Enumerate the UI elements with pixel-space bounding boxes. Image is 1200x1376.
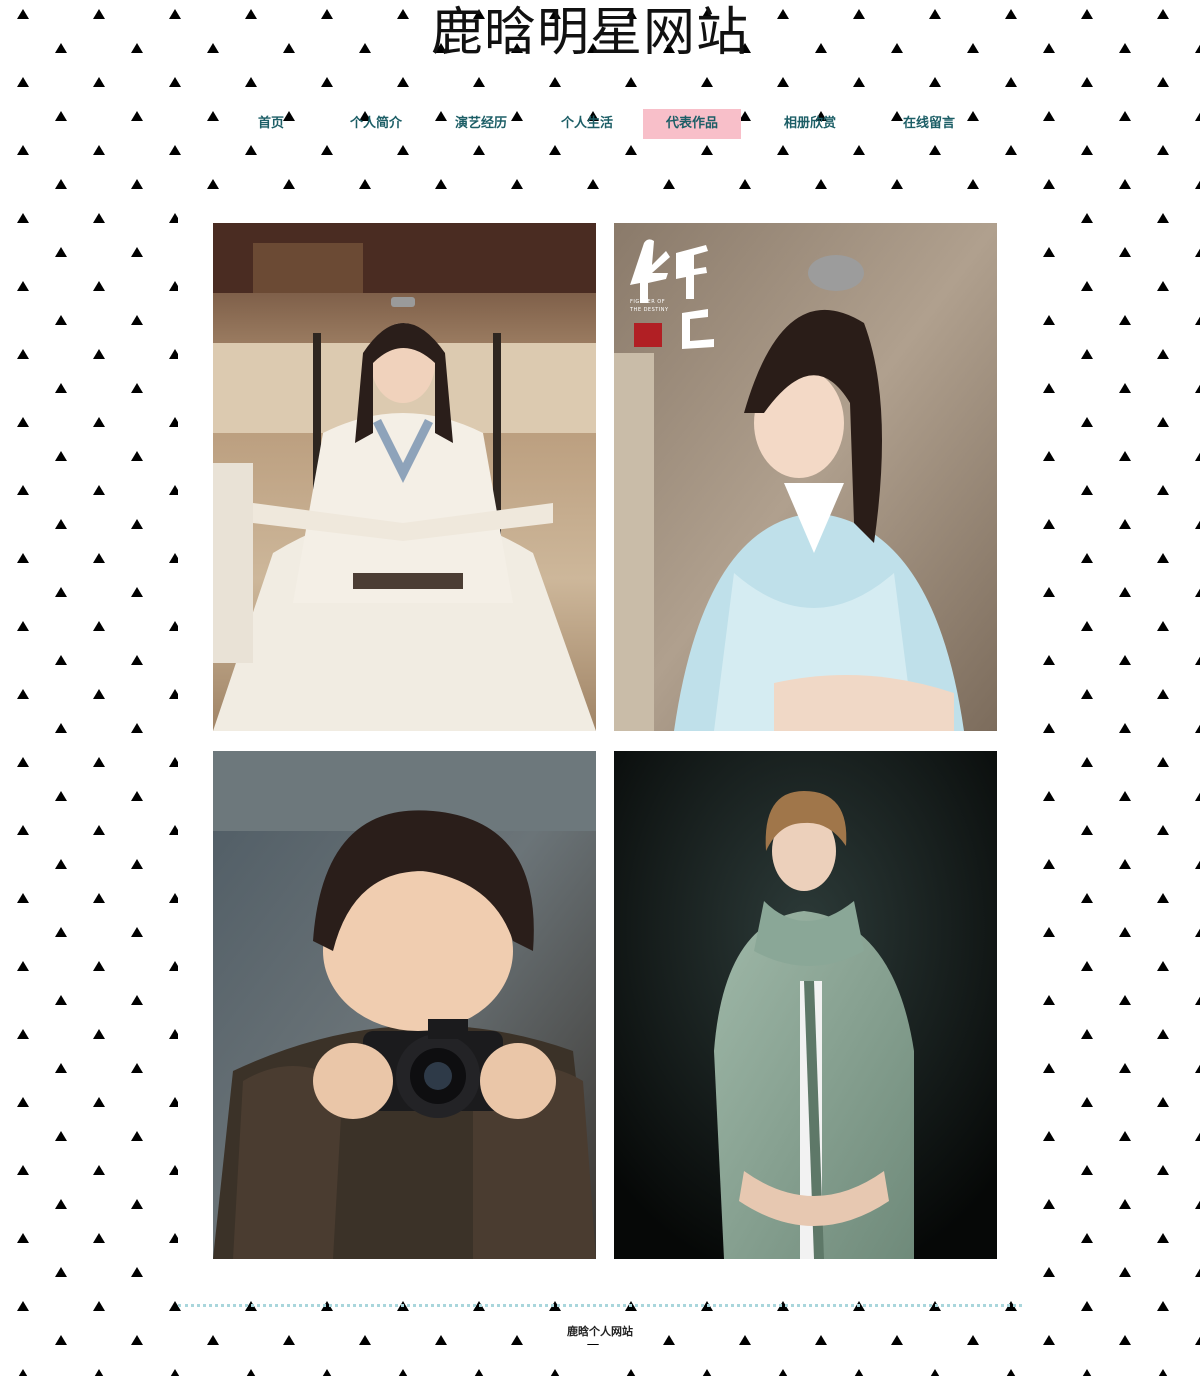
man-in-green-coat-photo [614,751,997,1259]
page-title: 鹿晗明星网站 [430,3,749,63]
photo-card-1[interactable] [213,223,596,731]
svg-text:FIGHTER OF: FIGHTER OF [630,299,665,305]
nav-item-profile[interactable]: 个人简介 [336,109,416,139]
footer-divider [178,1304,1022,1307]
footer-text: 鹿晗个人网站 [567,1325,633,1338]
nav-item-works[interactable]: 代表作品 [643,109,741,139]
nav-item-home[interactable]: 首页 [231,109,311,139]
photo-card-4[interactable] [614,751,997,1259]
man-in-light-blue-robe-drama-poster-photo: FIGHTER OF THE DESTINY [614,223,997,731]
nav-item-gallery[interactable]: 相册欣赏 [770,109,850,139]
svg-text:THE DESTINY: THE DESTINY [629,307,669,313]
main-nav: 首页 个人简介 演艺经历 个人生活 代表作品 相册欣赏 在线留言 [0,109,1200,139]
man-in-white-robe-meditating-photo [213,223,596,731]
photo-card-2[interactable]: FIGHTER OF THE DESTINY [614,223,997,731]
nav-item-message[interactable]: 在线留言 [889,109,969,139]
man-holding-camera-photo [213,751,596,1259]
photo-card-3[interactable] [213,751,596,1259]
nav-item-life[interactable]: 个人生活 [547,109,627,139]
nav-item-career[interactable]: 演艺经历 [441,109,521,139]
